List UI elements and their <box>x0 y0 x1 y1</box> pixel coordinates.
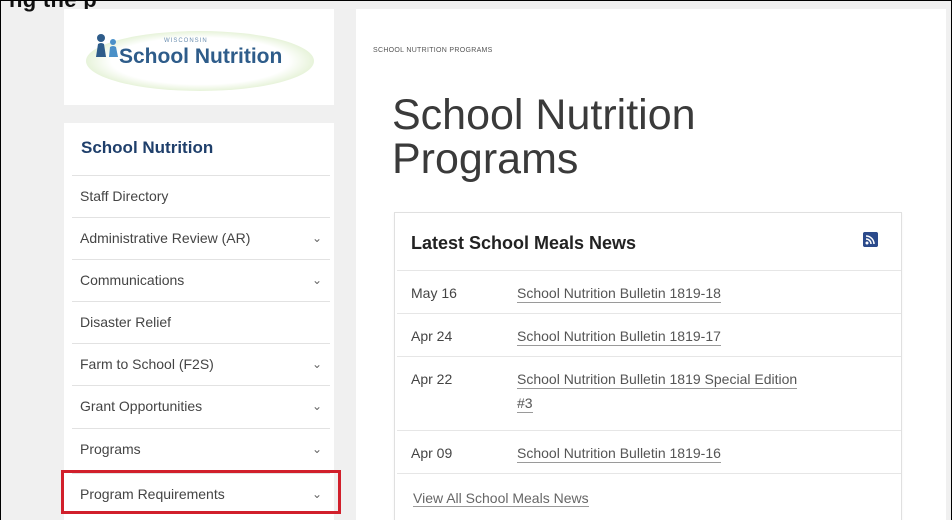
news-title: Latest School Meals News <box>411 233 637 253</box>
sidebar-title[interactable]: School Nutrition <box>81 138 213 158</box>
news-date: Apr 22 <box>411 371 453 387</box>
news-date: May 16 <box>411 285 457 301</box>
sidebar-item-staff-directory[interactable]: Staff Directory <box>72 175 330 216</box>
news-row: Apr 09 School Nutrition Bulletin 1819-16 <box>397 430 901 473</box>
sidebar-item-label: Staff Directory <box>80 188 169 204</box>
chevron-down-icon[interactable]: ⌄ <box>312 218 322 258</box>
news-date: Apr 09 <box>411 445 453 461</box>
news-link[interactable]: School Nutrition Bulletin 1819 Special E… <box>517 367 897 415</box>
sidebar-item-programs[interactable]: Programs ⌄ <box>72 428 330 469</box>
sidebar-item-label: Disaster Relief <box>80 314 172 330</box>
news-row: May 16 School Nutrition Bulletin 1819-18 <box>397 270 901 313</box>
chevron-down-icon[interactable]: ⌄ <box>312 429 322 469</box>
view-all-news-link[interactable]: View All School Meals News <box>413 490 589 507</box>
chevron-down-icon[interactable]: ⌄ <box>312 260 322 300</box>
news-date: Apr 24 <box>411 328 453 344</box>
news-row: View All School Meals News <box>397 473 901 520</box>
logo-box[interactable]: WISCONSIN School Nutrition <box>64 9 334 105</box>
page-title-line2: Programs <box>392 135 579 183</box>
sidebar-item-label: Programs <box>80 441 141 457</box>
sidebar-item-label: Grant Opportunities <box>80 398 203 414</box>
family-figures-icon <box>96 34 118 57</box>
news-link[interactable]: School Nutrition Bulletin 1819-17 <box>517 324 897 348</box>
rss-icon[interactable] <box>863 232 878 247</box>
sidebar-item-label: Farm to School (F2S) <box>80 356 214 372</box>
sidebar-item-label: Communications <box>80 272 185 288</box>
sidebar-item-grant-opportunities[interactable]: Grant Opportunities ⌄ <box>72 385 330 426</box>
browser-frame: ng the p WISCONSIN School Nutrition Scho… <box>0 0 952 520</box>
main-content: SCHOOL NUTRITION PROGRAMS School Nutriti… <box>356 9 946 520</box>
news-row: Apr 24 School Nutrition Bulletin 1819-17 <box>397 313 901 356</box>
sidebar-item-communications[interactable]: Communications ⌄ <box>72 259 330 300</box>
highlight-box <box>61 470 341 514</box>
logo-state-label: WISCONSIN <box>164 38 208 44</box>
news-link[interactable]: School Nutrition Bulletin 1819-18 <box>517 281 897 305</box>
sidebar: School Nutrition Staff Directory Adminis… <box>64 123 334 520</box>
sidebar-item-farm-to-school[interactable]: Farm to School (F2S) ⌄ <box>72 343 330 384</box>
sidebar-item-disaster-relief[interactable]: Disaster Relief <box>72 301 330 342</box>
sidebar-item-administrative-review[interactable]: Administrative Review (AR) ⌄ <box>72 217 330 258</box>
breadcrumb[interactable]: SCHOOL NUTRITION PROGRAMS <box>373 47 493 54</box>
news-card: Latest School Meals News May 16 School N… <box>394 212 902 520</box>
news-row: Apr 22 School Nutrition Bulletin 1819 Sp… <box>397 356 901 430</box>
chevron-down-icon[interactable]: ⌄ <box>312 386 322 426</box>
page-title: School Nutrition Programs <box>392 93 812 181</box>
news-link[interactable]: School Nutrition Bulletin 1819-16 <box>517 441 897 465</box>
logo-name: School Nutrition <box>119 45 283 68</box>
page-title-line1: School Nutrition <box>392 91 696 139</box>
chevron-down-icon[interactable]: ⌄ <box>312 344 322 384</box>
sidebar-item-label: Administrative Review (AR) <box>80 230 251 246</box>
